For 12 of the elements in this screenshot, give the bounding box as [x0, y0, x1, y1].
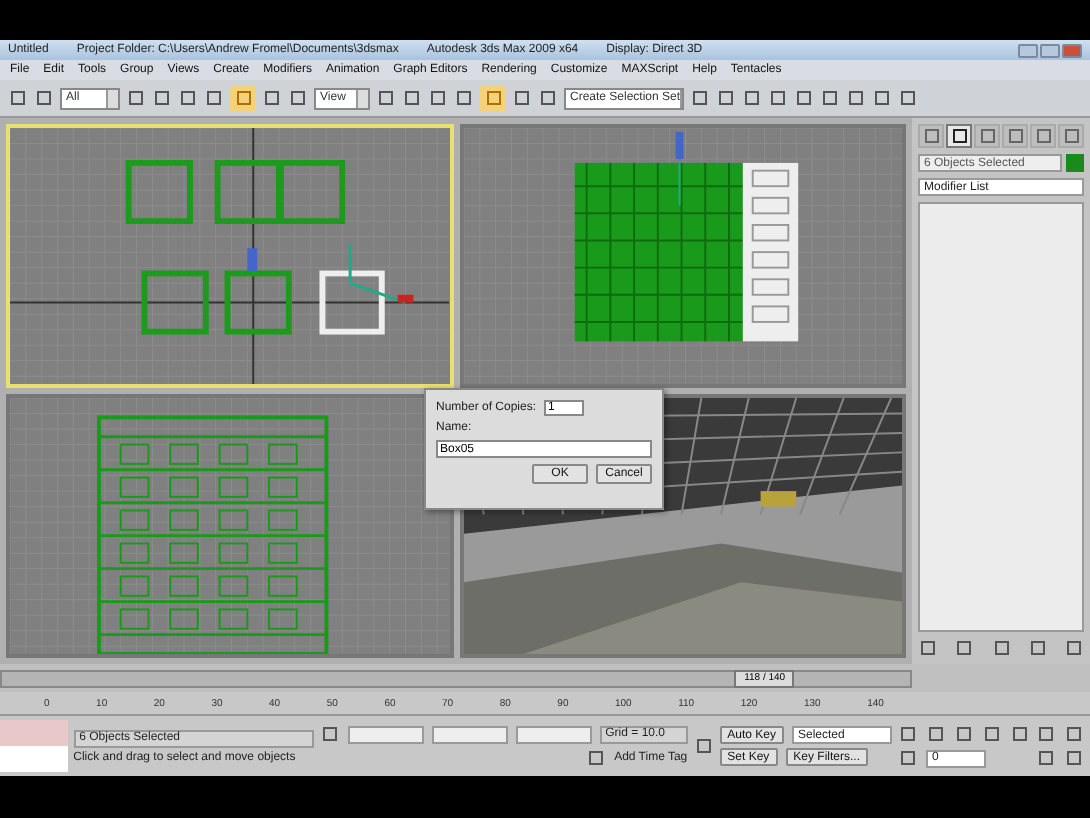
- move-gizmo-icon: [247, 242, 414, 305]
- maximize-button[interactable]: [1040, 43, 1060, 57]
- panel-tab[interactable]: [946, 124, 972, 148]
- move-gizmo-icon: [674, 131, 683, 207]
- z-field[interactable]: [515, 725, 592, 743]
- maxscript-input[interactable]: [0, 746, 68, 772]
- close-button[interactable]: [1062, 43, 1082, 57]
- object-color-swatch[interactable]: [1066, 154, 1084, 172]
- y-field[interactable]: [431, 725, 508, 743]
- x-field[interactable]: [347, 725, 424, 743]
- minimize-button[interactable]: [1018, 43, 1038, 57]
- viewport[interactable]: [459, 124, 906, 388]
